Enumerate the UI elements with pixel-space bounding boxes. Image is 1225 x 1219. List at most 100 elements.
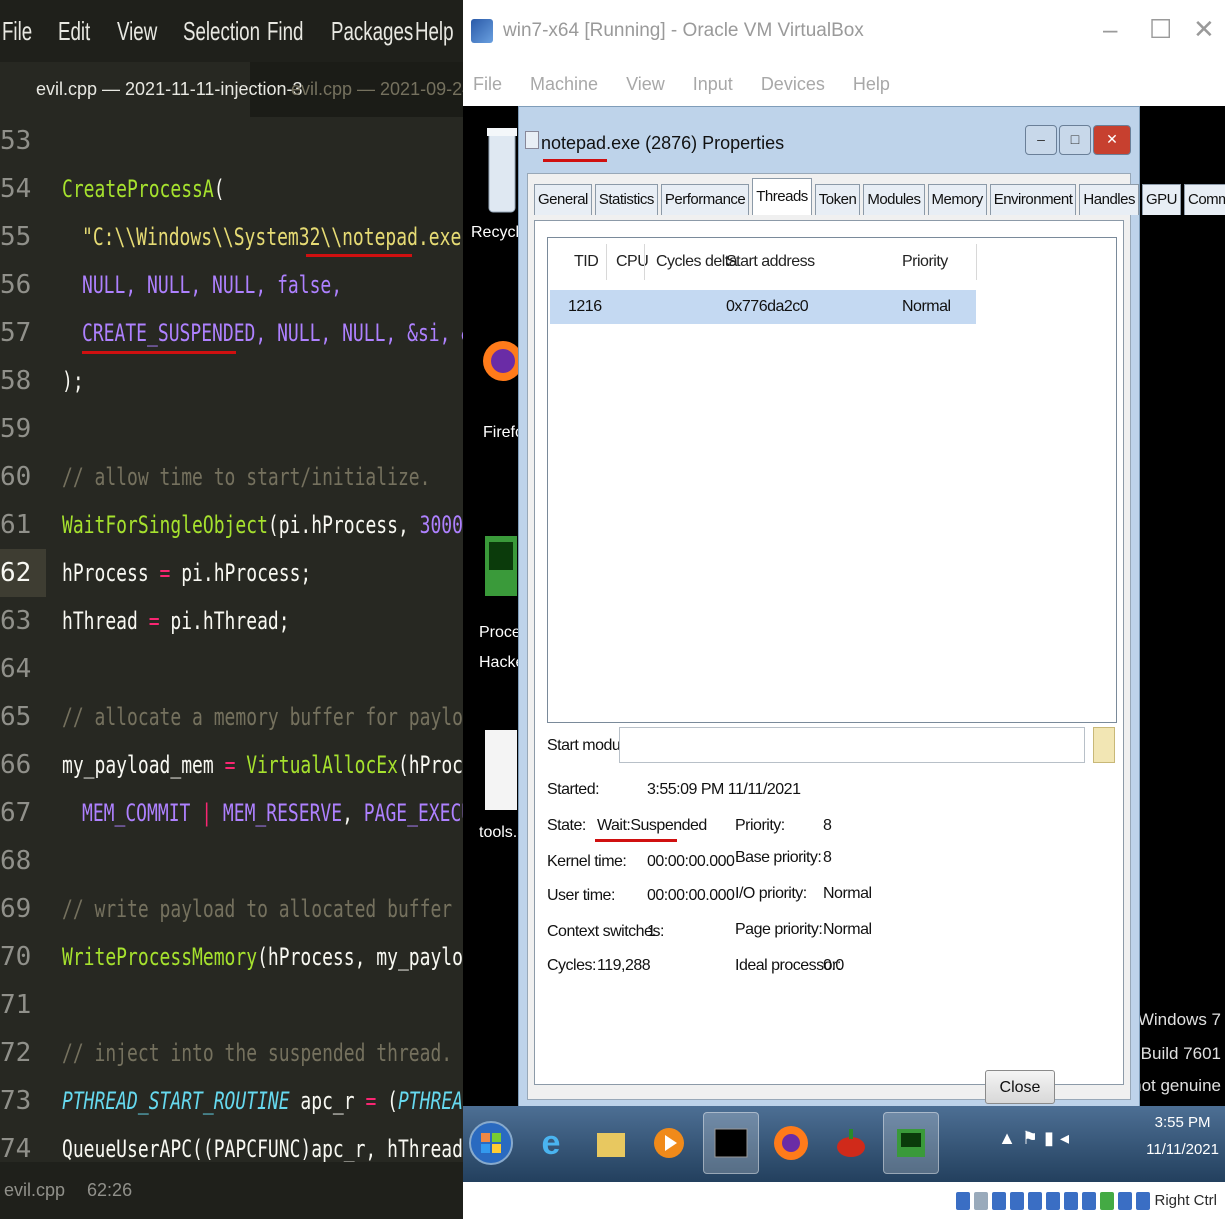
column-priority[interactable]: Priority	[902, 238, 948, 286]
status-file-name[interactable]: evil.cpp	[4, 1180, 65, 1201]
column-separator[interactable]	[606, 244, 607, 280]
shared-folder-icon[interactable]	[1046, 1191, 1061, 1210]
keyboard-icon[interactable]	[1136, 1191, 1151, 1210]
tab-threads[interactable]: Threads	[752, 178, 812, 215]
minimize-icon[interactable]: –	[1103, 14, 1117, 45]
close-button[interactable]: Close	[985, 1070, 1055, 1104]
virtualbox-window: win7-x64 [Running] - Oracle VM VirtualBo…	[463, 0, 1225, 1219]
recycle-bin-icon[interactable]	[481, 120, 521, 225]
code-token: my_payload_mem	[62, 751, 225, 779]
code-line-66: my_payload_mem = VirtualAllocEx(hProcess…	[62, 741, 463, 789]
menu-help[interactable]: Help	[415, 16, 454, 47]
cpu-icon[interactable]	[1100, 1191, 1115, 1210]
hard-disk-icon[interactable]	[956, 1191, 971, 1210]
usb-icon[interactable]	[1028, 1191, 1043, 1210]
optical-drive-icon[interactable]	[974, 1191, 989, 1210]
vbox-menu-input[interactable]: Input	[693, 74, 733, 95]
column-separator[interactable]	[644, 244, 645, 280]
menu-edit[interactable]: Edit	[58, 16, 90, 47]
vbox-status-bar: Right Ctrl	[463, 1182, 1225, 1219]
code-token: |	[190, 799, 223, 827]
vbox-menu-devices[interactable]: Devices	[761, 74, 825, 95]
status-cursor-position[interactable]: 62:26	[87, 1180, 132, 1201]
code-token: MEM_RESERVE	[222, 799, 343, 827]
tab-token[interactable]: Token	[814, 184, 861, 215]
folder-icon[interactable]	[1093, 727, 1115, 763]
recording-icon[interactable]	[1082, 1191, 1097, 1210]
explorer-folder-icon[interactable]	[583, 1112, 639, 1174]
menu-find[interactable]: Find	[267, 16, 303, 47]
process-hacker-taskbar-icon[interactable]	[883, 1112, 939, 1174]
code-token: (	[376, 1087, 398, 1115]
dialog-maximize-icon[interactable]: □	[1059, 125, 1091, 155]
dialog-window-controls: – □ ✕	[1023, 125, 1131, 155]
internet-explorer-icon[interactable]: e	[523, 1112, 579, 1174]
file-icon[interactable]	[481, 726, 521, 821]
watermark-line-2: Build 7601	[1140, 1044, 1221, 1063]
menu-selection[interactable]: Selection	[183, 16, 260, 47]
vbox-menu-machine[interactable]: Machine	[530, 74, 598, 95]
dialog-minimize-icon[interactable]: –	[1025, 125, 1057, 155]
vm-screen[interactable]: Recycle Firefo Proce Hacke tools.7 Windo…	[463, 106, 1225, 1182]
tab-performance[interactable]: Performance	[660, 184, 750, 215]
code-token: WriteProcessMemory	[62, 943, 258, 971]
virtualbox-logo-icon	[471, 19, 493, 43]
menu-packages[interactable]: Packages	[331, 16, 413, 47]
column-cycles-delta[interactable]: Cycles delta	[656, 238, 738, 286]
column-tid[interactable]: TID	[574, 238, 599, 286]
watermark-line-1: Windows 7	[1137, 1010, 1221, 1029]
vbox-menu-help[interactable]: Help	[853, 74, 890, 95]
start-module-field[interactable]	[619, 727, 1085, 763]
current-line-number: 62	[0, 549, 46, 597]
menu-file[interactable]: File	[2, 16, 32, 47]
maximize-icon[interactable]: ☐	[1149, 14, 1172, 45]
network-icon[interactable]	[1010, 1191, 1025, 1210]
code-line-63: hThread = pi.hThread;	[62, 597, 290, 645]
pepper-icon[interactable]	[823, 1112, 879, 1174]
code-line-70: WriteProcessMemory(hProcess, my_payload_…	[62, 933, 463, 981]
display-icon[interactable]	[1064, 1191, 1079, 1210]
firefox-icon[interactable]	[481, 316, 523, 411]
close-icon[interactable]: ✕	[1193, 14, 1215, 45]
code-line-56: NULL, NULL, NULL, false,	[82, 271, 343, 299]
tab-memory[interactable]: Memory	[927, 184, 987, 215]
dialog-close-icon[interactable]: ✕	[1093, 125, 1131, 155]
tab-comment[interactable]: Comment	[1183, 184, 1225, 215]
code-token: CreateProcessA	[62, 175, 214, 203]
code-token: pi.hProcess;	[170, 559, 312, 587]
clock[interactable]: 3:55 PM 11/11/2021	[1146, 1114, 1219, 1158]
ideal-processor-value: 0:0	[823, 957, 844, 974]
code-token-notepad: notepad.exe	[342, 223, 462, 251]
audio-icon[interactable]	[992, 1191, 1007, 1210]
column-separator[interactable]	[976, 244, 977, 280]
tab-evil-cpp-inactive[interactable]: evil.cpp — 2021-09-24-inject	[255, 62, 463, 117]
mouse-integration-icon[interactable]	[1118, 1191, 1133, 1210]
line-number: 59	[0, 414, 32, 444]
state-label: State:	[547, 817, 586, 834]
tab-statistics[interactable]: Statistics	[594, 184, 658, 215]
tab-gpu[interactable]: GPU	[1141, 184, 1181, 215]
tab-evil-cpp-active[interactable]: evil.cpp — 2021-11-11-injection-3	[0, 62, 302, 117]
tab-environment[interactable]: Environment	[989, 184, 1077, 215]
menu-view[interactable]: View	[117, 16, 157, 47]
base-priority-value: 8	[823, 849, 832, 866]
firefox-taskbar-icon[interactable]	[763, 1112, 819, 1174]
code-token: =	[148, 607, 160, 635]
media-player-icon[interactable]	[641, 1112, 697, 1174]
tab-handles[interactable]: Handles	[1079, 184, 1139, 215]
line-number: 65	[0, 702, 32, 732]
line-number: 66	[0, 750, 32, 780]
tray-icons[interactable]: ▲⚑▮◂	[998, 1128, 1075, 1149]
vbox-menu-view[interactable]: View	[626, 74, 665, 95]
context-switches-value: 1	[647, 923, 656, 940]
column-start-address[interactable]: Start address	[726, 238, 815, 286]
tab-general[interactable]: General	[534, 184, 592, 215]
code-area[interactable]: CreateProcessA( "C:\\Windows\\System32\\…	[62, 117, 463, 1177]
user-time-label: User time:	[547, 887, 615, 904]
threads-list[interactable]: TID CPU Cycles delta Start address Prior…	[547, 237, 1117, 723]
process-hacker-icon[interactable]	[481, 526, 521, 621]
tab-modules[interactable]: Modules	[863, 184, 925, 215]
vbox-menu-file[interactable]: File	[473, 74, 502, 95]
start-button-icon[interactable]	[463, 1112, 519, 1174]
cmd-icon[interactable]	[703, 1112, 759, 1174]
